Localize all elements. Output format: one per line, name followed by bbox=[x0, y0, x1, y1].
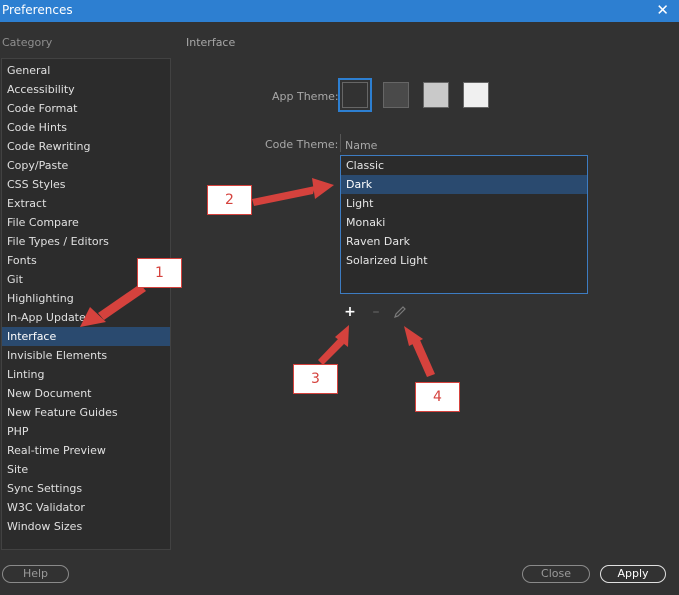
list-header-divider bbox=[340, 134, 341, 152]
app-theme-swatch-3[interactable] bbox=[423, 82, 449, 108]
list-header-name: Name bbox=[345, 139, 378, 152]
sidebar-item-new-document[interactable]: New Document bbox=[2, 384, 170, 403]
sidebar-item-site[interactable]: Site bbox=[2, 460, 170, 479]
sidebar-item-sync-settings[interactable]: Sync Settings bbox=[2, 479, 170, 498]
title-bar: Preferences ✕ bbox=[0, 0, 679, 22]
app-theme-swatch-2[interactable] bbox=[383, 82, 409, 108]
sidebar-item-new-feature-guides[interactable]: New Feature Guides bbox=[2, 403, 170, 422]
category-list: General Accessibility Code Format Code Hint… bbox=[1, 58, 171, 550]
plus-icon[interactable]: + bbox=[343, 305, 357, 319]
sidebar-item-code-hints[interactable]: Code Hints bbox=[2, 118, 170, 137]
sidebar-item-in-app-updates[interactable]: In-App Updates bbox=[2, 308, 170, 327]
category-label: Category bbox=[2, 36, 53, 49]
sidebar-item-w3c-validator[interactable]: W3C Validator bbox=[2, 498, 170, 517]
help-button[interactable]: Help bbox=[2, 565, 69, 583]
minus-icon[interactable]: – bbox=[369, 305, 383, 319]
annotation-label-4: 4 bbox=[415, 382, 460, 412]
code-theme-dark[interactable]: Dark bbox=[341, 175, 587, 194]
sidebar-item-code-rewriting[interactable]: Code Rewriting bbox=[2, 137, 170, 156]
code-theme-monaki[interactable]: Monaki bbox=[341, 213, 587, 232]
code-theme-light[interactable]: Light bbox=[341, 194, 587, 213]
close-button[interactable]: Close bbox=[522, 565, 590, 583]
annotation-label-3: 3 bbox=[293, 364, 338, 394]
apply-button[interactable]: Apply bbox=[600, 565, 666, 583]
sidebar-item-file-compare[interactable]: File Compare bbox=[2, 213, 170, 232]
code-theme-label: Code Theme: bbox=[265, 138, 339, 151]
sidebar-item-invisible-elements[interactable]: Invisible Elements bbox=[2, 346, 170, 365]
sidebar-item-highlighting[interactable]: Highlighting bbox=[2, 289, 170, 308]
app-theme-label: App Theme: bbox=[272, 90, 339, 103]
annotation-label-2: 2 bbox=[207, 185, 252, 215]
sidebar-item-accessibility[interactable]: Accessibility bbox=[2, 80, 170, 99]
code-theme-classic[interactable]: Classic bbox=[341, 156, 587, 175]
pencil-icon[interactable] bbox=[393, 305, 407, 319]
app-theme-swatch-4[interactable] bbox=[463, 82, 489, 108]
sidebar-item-window-sizes[interactable]: Window Sizes bbox=[2, 517, 170, 536]
close-icon[interactable]: ✕ bbox=[656, 1, 669, 19]
sidebar-item-general[interactable]: General bbox=[2, 61, 170, 80]
sidebar-item-css-styles[interactable]: CSS Styles bbox=[2, 175, 170, 194]
sidebar-item-linting[interactable]: Linting bbox=[2, 365, 170, 384]
sidebar-item-php[interactable]: PHP bbox=[2, 422, 170, 441]
section-title: Interface bbox=[186, 36, 236, 49]
app-theme-swatch-1[interactable] bbox=[338, 78, 372, 112]
sidebar-item-copy-paste[interactable]: Copy/Paste bbox=[2, 156, 170, 175]
sidebar-item-code-format[interactable]: Code Format bbox=[2, 99, 170, 118]
sidebar-item-file-types-editors[interactable]: File Types / Editors bbox=[2, 232, 170, 251]
sidebar-item-real-time-preview[interactable]: Real-time Preview bbox=[2, 441, 170, 460]
code-theme-solarized-light[interactable]: Solarized Light bbox=[341, 251, 587, 270]
sidebar-item-extract[interactable]: Extract bbox=[2, 194, 170, 213]
code-theme-raven-dark[interactable]: Raven Dark bbox=[341, 232, 587, 251]
sidebar-item-interface[interactable]: Interface bbox=[2, 327, 170, 346]
annotation-label-1: 1 bbox=[137, 258, 182, 288]
window-title: Preferences bbox=[2, 3, 73, 17]
code-theme-list: Classic Dark Light Monaki Raven Dark Solarize… bbox=[340, 155, 588, 294]
